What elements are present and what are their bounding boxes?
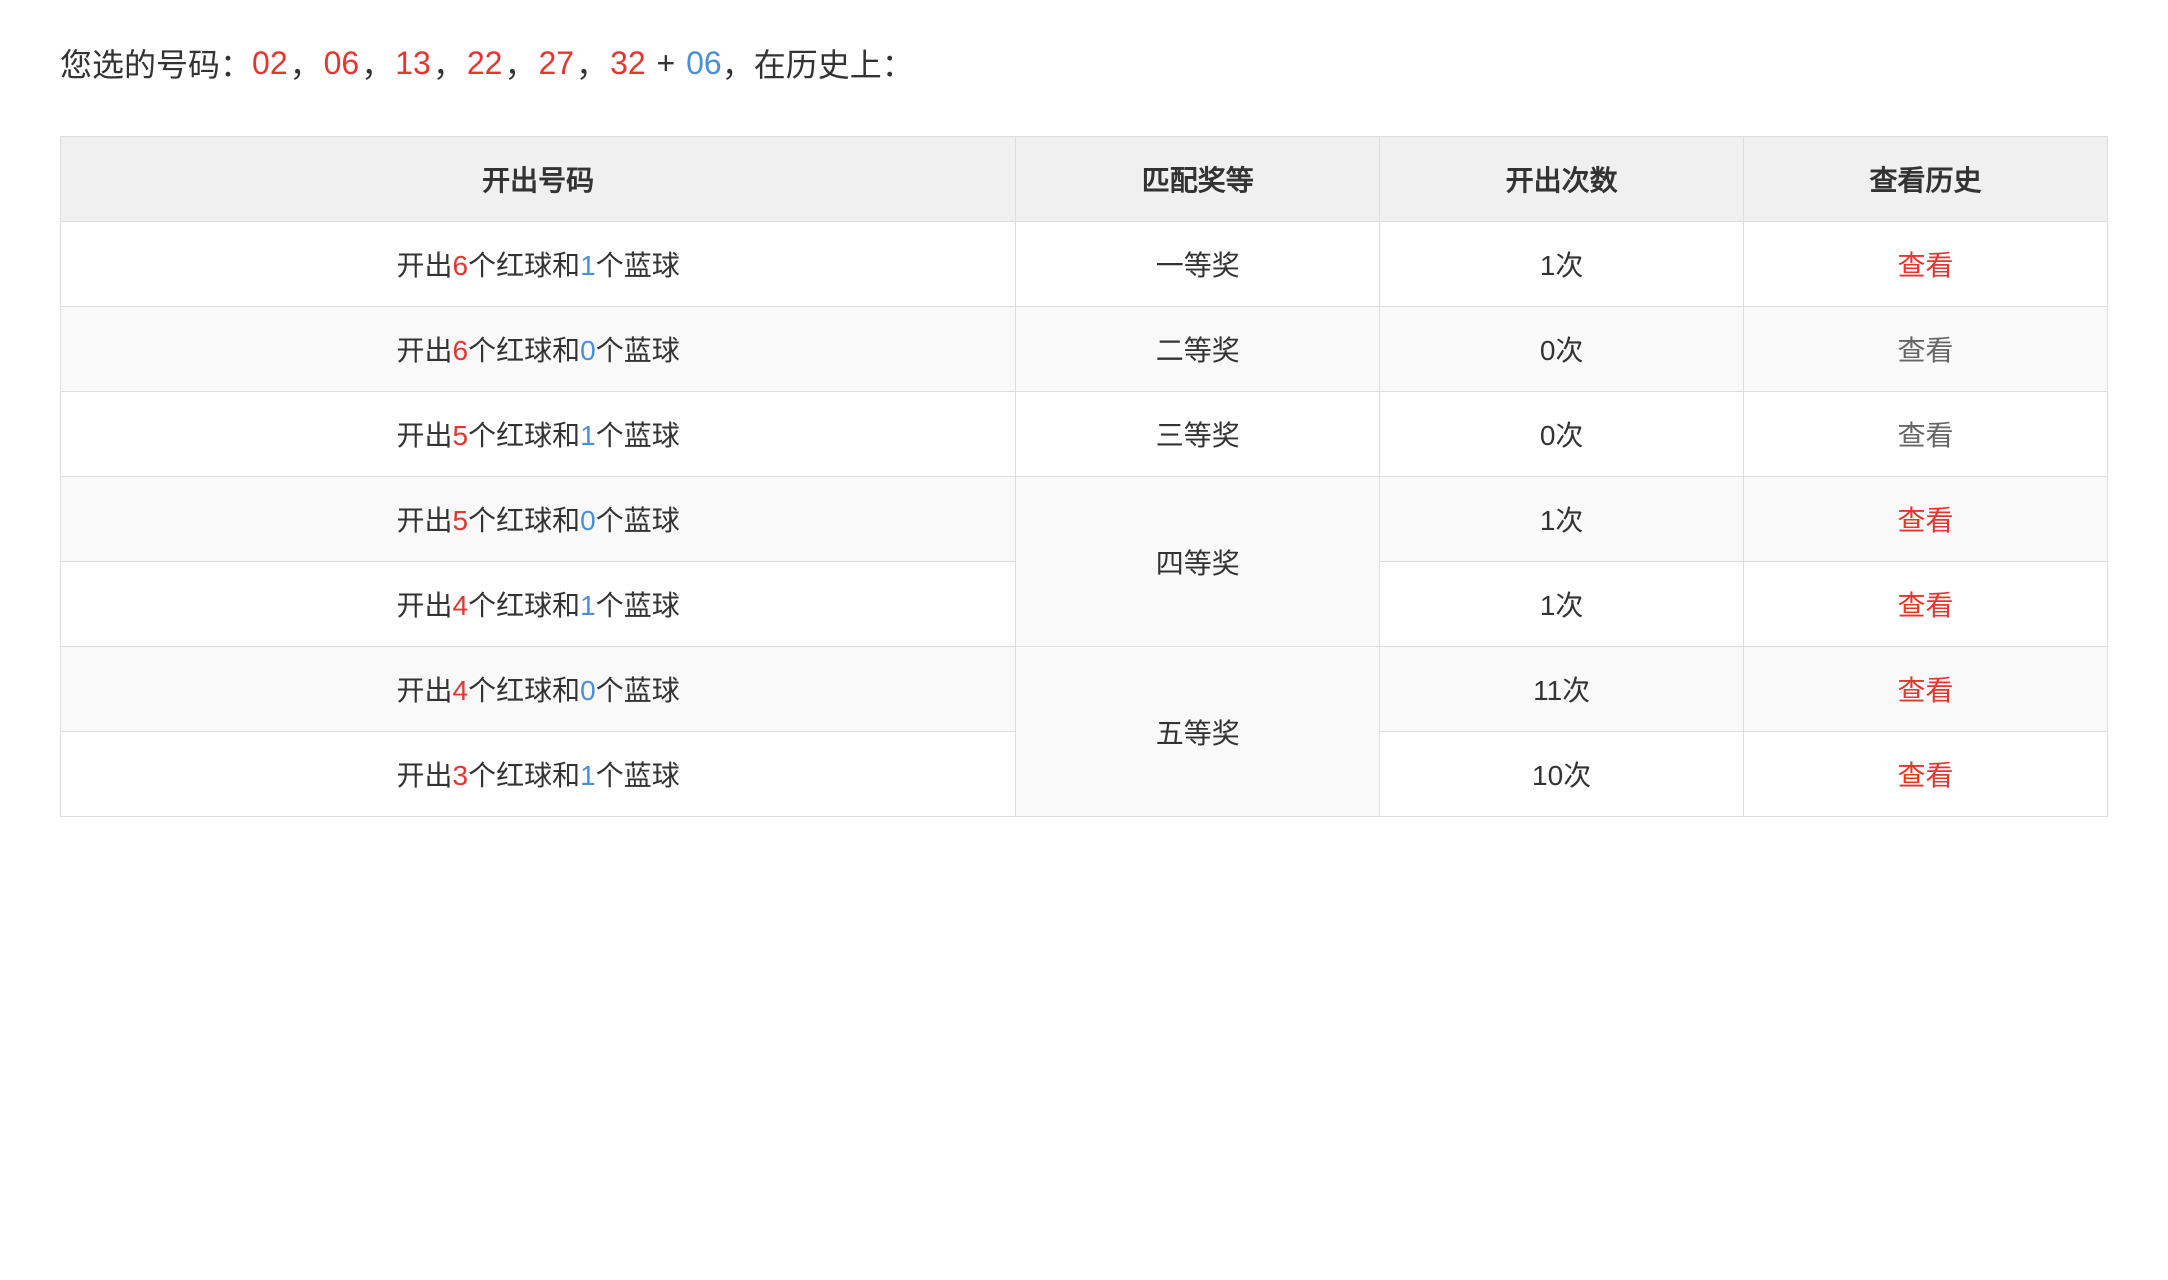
cell-count: 10次: [1380, 732, 1744, 817]
cell-numbers: 开出4个红球和0个蓝球: [61, 647, 1016, 732]
cell-numbers: 开出4个红球和1个蓝球: [61, 562, 1016, 647]
cell-count: 11次: [1380, 647, 1744, 732]
red-count: 6: [453, 335, 469, 366]
blue-count: 0: [580, 505, 596, 536]
blue-count: 0: [580, 335, 596, 366]
cell-count: 0次: [1380, 392, 1744, 477]
red-number-6: 32: [610, 45, 646, 82]
col-header-numbers: 开出号码: [61, 137, 1016, 222]
cell-numbers: 开出3个红球和1个蓝球: [61, 732, 1016, 817]
cell-history[interactable]: 查看: [1744, 222, 2108, 307]
col-header-history: 查看历史: [1744, 137, 2108, 222]
cell-history[interactable]: 查看: [1744, 307, 2108, 392]
cell-history[interactable]: 查看: [1744, 647, 2108, 732]
cell-numbers: 开出5个红球和1个蓝球: [61, 392, 1016, 477]
table-row: 开出6个红球和1个蓝球一等奖1次查看: [61, 222, 2108, 307]
cell-history[interactable]: 查看: [1744, 392, 2108, 477]
table-row: 开出6个红球和0个蓝球二等奖0次查看: [61, 307, 2108, 392]
red-count: 5: [453, 505, 469, 536]
header-prefix: 您选的号码：: [60, 40, 252, 86]
table-row: 开出5个红球和0个蓝球四等奖1次查看: [61, 477, 2108, 562]
table-row: 开出5个红球和1个蓝球三等奖0次查看: [61, 392, 2108, 477]
cell-prize: 三等奖: [1016, 392, 1380, 477]
blue-count: 1: [580, 420, 596, 451]
cell-prize: 一等奖: [1016, 222, 1380, 307]
blue-count: 1: [580, 250, 596, 281]
col-header-count: 开出次数: [1380, 137, 1744, 222]
cell-count: 1次: [1380, 477, 1744, 562]
header-suffix: ，在历史上：: [722, 40, 914, 86]
red-count: 4: [453, 590, 469, 621]
cell-prize: 五等奖: [1016, 647, 1380, 817]
table-row: 开出4个红球和0个蓝球五等奖11次查看: [61, 647, 2108, 732]
red-number-5: 27: [538, 45, 574, 82]
red-count: 3: [453, 760, 469, 791]
cell-numbers: 开出6个红球和0个蓝球: [61, 307, 1016, 392]
red-number-3: 13: [395, 45, 431, 82]
cell-count: 1次: [1380, 562, 1744, 647]
red-count: 4: [453, 675, 469, 706]
blue-number-1: 06: [686, 45, 722, 82]
red-number-4: 22: [467, 45, 503, 82]
cell-count: 1次: [1380, 222, 1744, 307]
red-number-2: 06: [324, 45, 360, 82]
cell-numbers: 开出5个红球和0个蓝球: [61, 477, 1016, 562]
header-line: 您选的号码： 02 ， 06 ， 13 ， 22 ， 27 ， 32 + 06 …: [60, 40, 2108, 86]
cell-prize: 四等奖: [1016, 477, 1380, 647]
cell-history[interactable]: 查看: [1744, 562, 2108, 647]
results-table: 开出号码 匹配奖等 开出次数 查看历史 开出6个红球和1个蓝球一等奖1次查看开出…: [60, 136, 2108, 817]
blue-count: 0: [580, 675, 596, 706]
table-header-row: 开出号码 匹配奖等 开出次数 查看历史: [61, 137, 2108, 222]
cell-numbers: 开出6个红球和1个蓝球: [61, 222, 1016, 307]
red-count: 5: [453, 420, 469, 451]
col-header-prize: 匹配奖等: [1016, 137, 1380, 222]
cell-history[interactable]: 查看: [1744, 477, 2108, 562]
blue-count: 1: [580, 590, 596, 621]
cell-prize: 二等奖: [1016, 307, 1380, 392]
red-count: 6: [453, 250, 469, 281]
cell-count: 0次: [1380, 307, 1744, 392]
cell-history[interactable]: 查看: [1744, 732, 2108, 817]
red-number-1: 02: [252, 45, 288, 82]
blue-count: 1: [580, 760, 596, 791]
